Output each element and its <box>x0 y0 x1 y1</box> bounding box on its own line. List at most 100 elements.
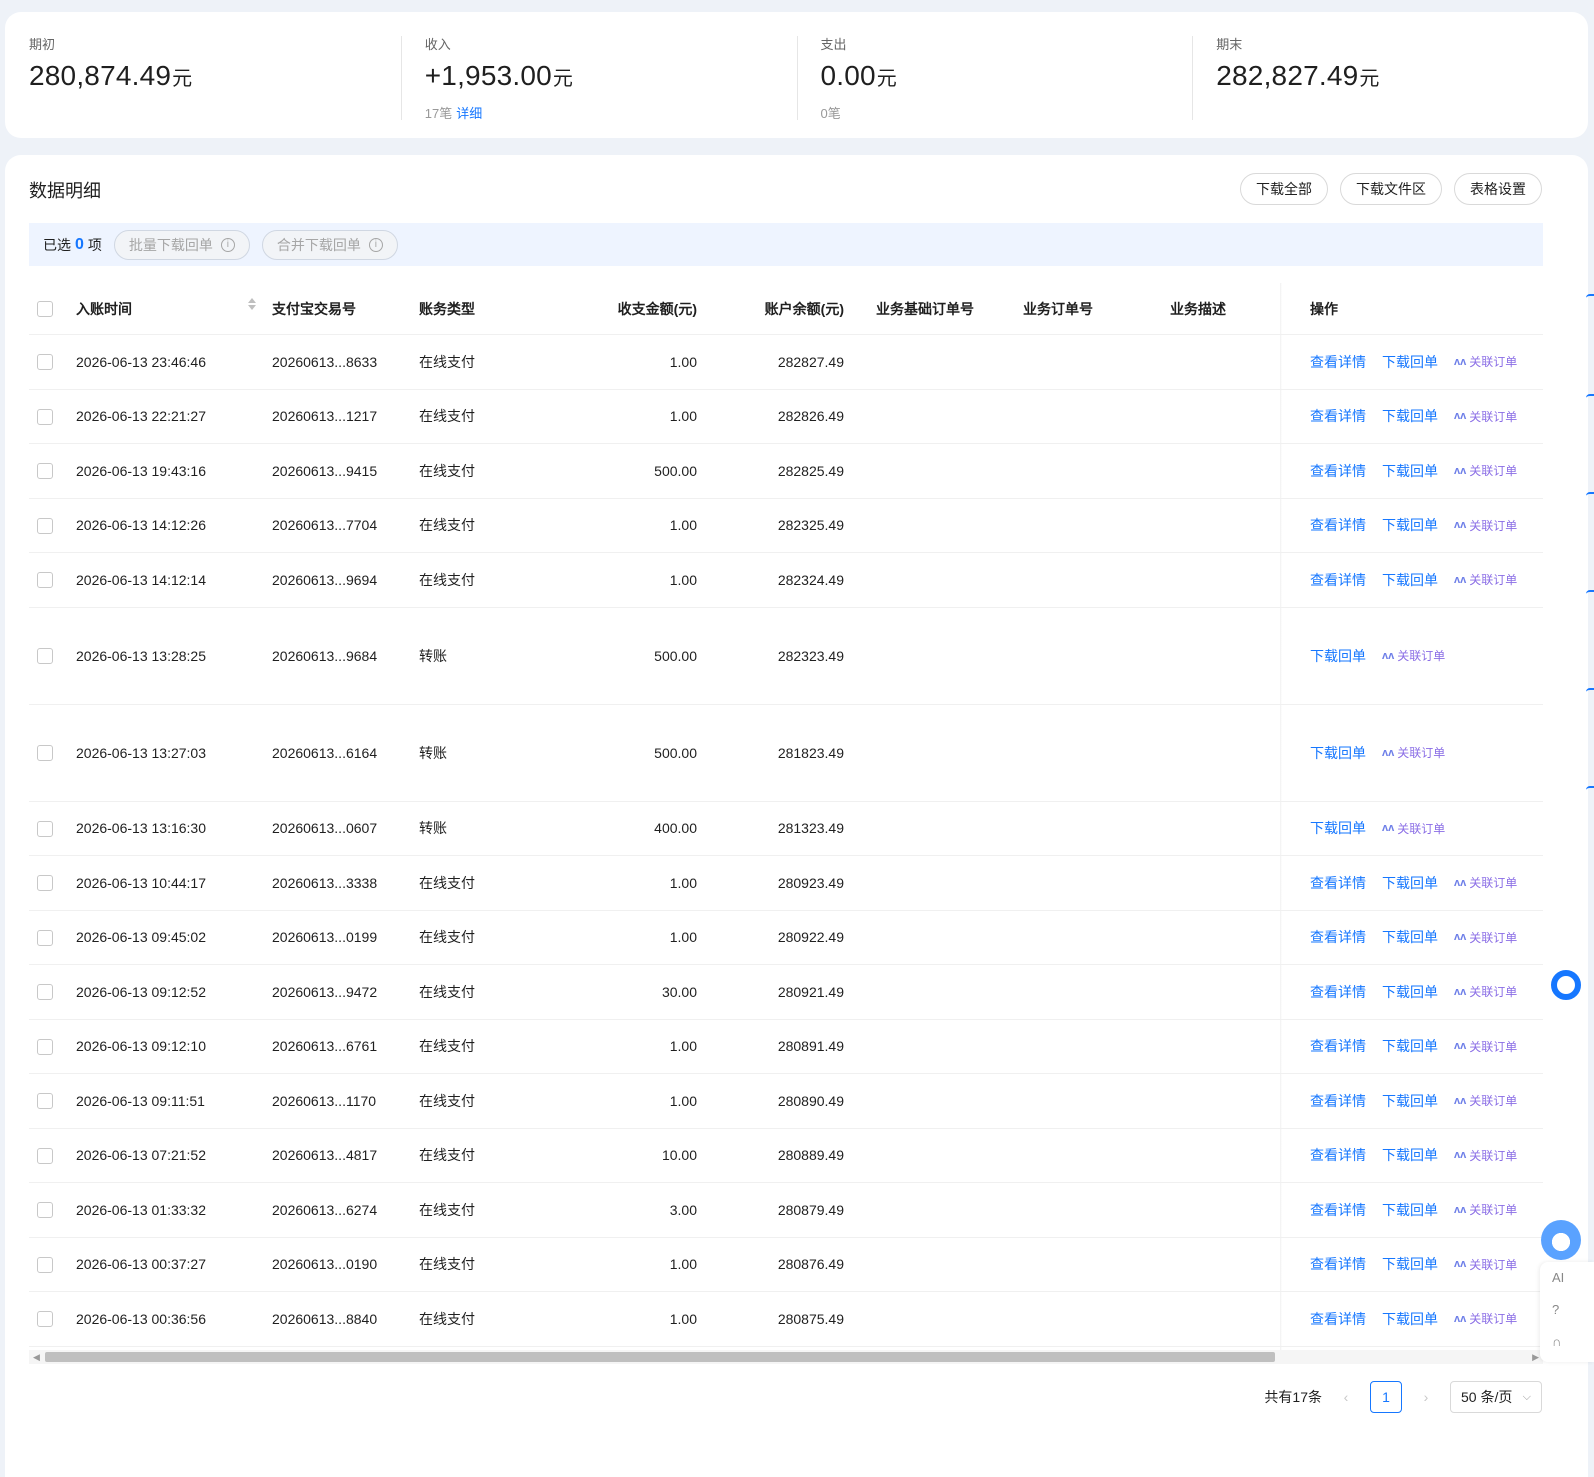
current-page[interactable]: 1 <box>1370 1381 1402 1413</box>
next-page-icon[interactable]: › <box>1414 1389 1438 1405</box>
row-checkbox[interactable] <box>37 1256 53 1273</box>
link-order-link[interactable]: ʌʌ 关联订单 <box>1454 408 1517 425</box>
link-order-link[interactable]: ʌʌ 关联订单 <box>1454 929 1517 946</box>
link-order-link[interactable]: ʌʌ 关联订单 <box>1454 1092 1517 1109</box>
scroll-thumb[interactable] <box>45 1352 1275 1362</box>
income-detail-link[interactable]: 详细 <box>456 106 482 121</box>
view-detail-link[interactable]: 查看详情 <box>1310 406 1366 426</box>
link-order-link[interactable]: ʌʌ 关联订单 <box>1454 1147 1517 1164</box>
cell-trade-no: 20260613...9472 <box>272 983 378 1000</box>
download-all-button[interactable]: 下载全部 <box>1240 173 1328 205</box>
link-order-link[interactable]: ʌʌ 关联订单 <box>1454 571 1517 588</box>
row-checkbox[interactable] <box>37 408 53 425</box>
batch-download-button[interactable]: 批量下载回单 i <box>113 229 250 260</box>
download-receipt-link[interactable]: 下载回单 <box>1310 646 1366 666</box>
headset-icon[interactable]: ∩ <box>1540 1326 1594 1358</box>
row-checkbox[interactable] <box>37 463 53 480</box>
horizontal-scrollbar[interactable]: ◀ ▶ <box>29 1350 1543 1364</box>
download-receipt-link[interactable]: 下载回单 <box>1382 515 1438 535</box>
cell-type: 在线支付 <box>419 874 475 891</box>
select-all-checkbox[interactable] <box>37 301 53 318</box>
cell-balance: 280876.49 <box>777 1256 844 1273</box>
link-order-link[interactable]: ʌʌ 关联订单 <box>1454 874 1517 891</box>
table-settings-button[interactable]: 表格设置 <box>1454 173 1542 205</box>
view-detail-link[interactable]: 查看详情 <box>1310 461 1366 481</box>
link-order-link[interactable]: ʌʌ 关联订单 <box>1454 462 1517 479</box>
row-checkbox[interactable] <box>37 820 53 837</box>
view-detail-link[interactable]: 查看详情 <box>1310 873 1366 893</box>
link-order-link[interactable]: ʌʌ 关联订单 <box>1454 1038 1517 1055</box>
view-detail-link[interactable]: 查看详情 <box>1310 1036 1366 1056</box>
view-detail-link[interactable]: 查看详情 <box>1310 1254 1366 1274</box>
row-checkbox[interactable] <box>37 1038 53 1055</box>
link-order-link[interactable]: ʌʌ 关联订单 <box>1382 820 1445 837</box>
link-order-link[interactable]: ʌʌ 关联订单 <box>1454 353 1517 370</box>
page-size-select[interactable]: 50 条/页 ⌵ <box>1450 1381 1542 1413</box>
scroll-left-icon[interactable]: ◀ <box>33 1350 40 1364</box>
download-files-button[interactable]: 下载文件区 <box>1340 173 1442 205</box>
income-count: 17笔 <box>424 106 453 121</box>
download-receipt-link[interactable]: 下载回单 <box>1382 1309 1438 1329</box>
view-detail-link[interactable]: 查看详情 <box>1310 515 1366 535</box>
row-checkbox[interactable] <box>37 572 53 589</box>
view-detail-link[interactable]: 查看详情 <box>1310 927 1366 947</box>
help-icon[interactable]: ? <box>1540 1294 1594 1326</box>
floating-assistant-icon[interactable] <box>1551 970 1581 1000</box>
download-receipt-link[interactable]: 下载回单 <box>1382 1200 1438 1220</box>
link-order-link[interactable]: ʌʌ 关联订单 <box>1454 983 1517 1000</box>
download-receipt-link[interactable]: 下载回单 <box>1382 1145 1438 1165</box>
link-order-label: 关联订单 <box>1469 355 1518 370</box>
row-checkbox[interactable] <box>37 517 53 534</box>
row-checkbox[interactable] <box>37 1147 53 1164</box>
cell-amount: 1.00 <box>669 1038 697 1055</box>
row-checkbox[interactable] <box>37 929 53 946</box>
link-order-link[interactable]: ʌʌ 关联订单 <box>1382 647 1445 664</box>
view-detail-link[interactable]: 查看详情 <box>1310 1200 1366 1220</box>
view-detail-link[interactable]: 查看详情 <box>1310 352 1366 372</box>
row-checkbox[interactable] <box>37 1093 53 1110</box>
row-checkbox-cell <box>29 1147 76 1164</box>
download-receipt-link[interactable]: 下载回单 <box>1382 982 1438 1002</box>
row-checkbox[interactable] <box>37 648 53 665</box>
row-checkbox-cell <box>29 983 76 1001</box>
row-checkbox[interactable] <box>37 984 53 1001</box>
download-receipt-link[interactable]: 下载回单 <box>1382 873 1438 893</box>
download-receipt-link[interactable]: 下载回单 <box>1382 352 1438 372</box>
row-checkbox[interactable] <box>37 1202 53 1219</box>
prev-page-icon[interactable]: ‹ <box>1334 1389 1358 1405</box>
view-detail-link[interactable]: 查看详情 <box>1310 982 1366 1002</box>
merge-download-button[interactable]: 合并下载回单 i <box>261 229 398 260</box>
download-receipt-link[interactable]: 下载回单 <box>1382 927 1438 947</box>
link-order-link[interactable]: ʌʌ 关联订单 <box>1454 1256 1517 1273</box>
link-order-label: 关联订单 <box>1469 1094 1518 1109</box>
ai-button[interactable]: AI <box>1540 1262 1594 1294</box>
cell-time: 2026-06-13 14:12:26 <box>76 517 206 534</box>
row-checkbox[interactable] <box>37 1311 53 1328</box>
download-receipt-link[interactable]: 下载回单 <box>1310 743 1366 763</box>
download-receipt-link[interactable]: 下载回单 <box>1382 1036 1438 1056</box>
view-detail-link[interactable]: 查看详情 <box>1310 570 1366 590</box>
link-order-link[interactable]: ʌʌ 关联订单 <box>1454 517 1517 534</box>
view-detail-link[interactable]: 查看详情 <box>1310 1309 1366 1329</box>
download-receipt-link[interactable]: 下载回单 <box>1310 818 1366 838</box>
download-receipt-link[interactable]: 下载回单 <box>1382 461 1438 481</box>
sort-icon[interactable] <box>248 297 256 310</box>
row-checkbox[interactable] <box>37 745 53 762</box>
row-checkbox[interactable] <box>37 875 53 892</box>
summary-value: 0.00元 <box>821 58 1193 97</box>
view-detail-link[interactable]: 查看详情 <box>1310 1091 1366 1111</box>
download-receipt-link[interactable]: 下载回单 <box>1382 406 1438 426</box>
header-time[interactable]: 入账时间 <box>76 297 272 319</box>
download-receipt-link[interactable]: 下载回单 <box>1382 1091 1438 1111</box>
download-receipt-link[interactable]: 下载回单 <box>1382 570 1438 590</box>
view-detail-link[interactable]: 查看详情 <box>1310 1145 1366 1165</box>
row-checkbox[interactable] <box>37 354 53 371</box>
download-receipt-link[interactable]: 下载回单 <box>1382 1254 1438 1274</box>
link-order-link[interactable]: ʌʌ 关联订单 <box>1454 1201 1517 1218</box>
scroll-right-icon[interactable]: ▶ <box>1532 1350 1539 1364</box>
summary-value: +1,953.00元 <box>425 58 797 97</box>
robot-assistant-icon[interactable] <box>1541 1220 1581 1260</box>
table-row: 2026-06-13 07:21:52 20260613...4817 在线支付… <box>29 1129 1543 1183</box>
link-order-link[interactable]: ʌʌ 关联订单 <box>1454 1310 1517 1327</box>
link-order-link[interactable]: ʌʌ 关联订单 <box>1382 744 1445 761</box>
